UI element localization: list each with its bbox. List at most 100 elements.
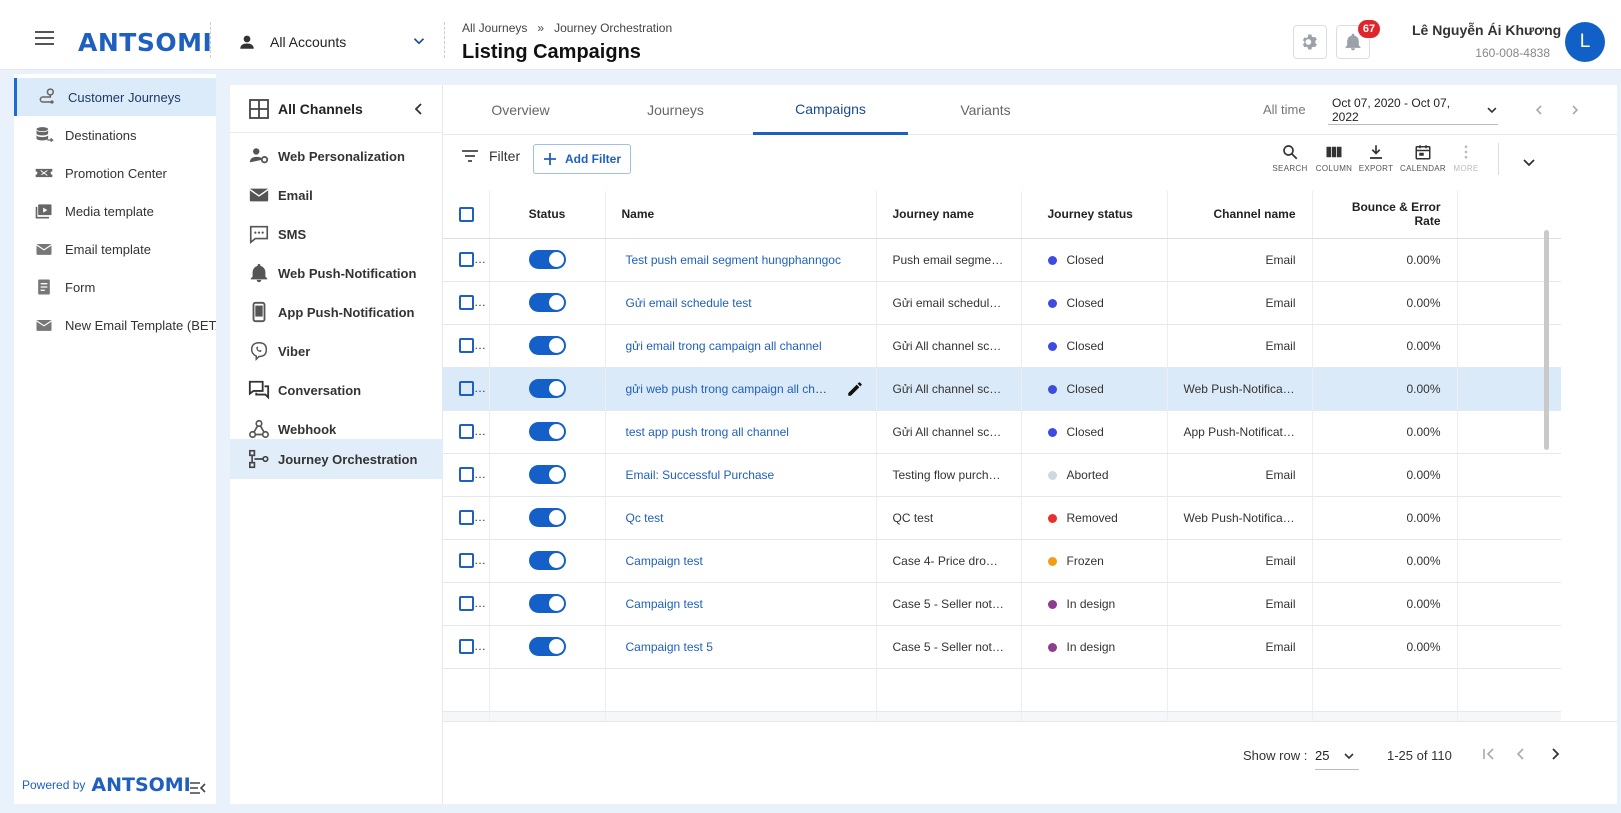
column-header-status[interactable]: Status [489,191,606,239]
table-row[interactable]: Campaign test Case 4- Price drop c... Froz… [443,539,1561,583]
add-filter-button[interactable]: Add Filter [533,144,631,174]
vertical-scrollbar[interactable] [1544,230,1549,450]
all-channels-header[interactable]: All Channels [230,85,443,133]
settings-button[interactable] [1293,25,1327,59]
sidebar-item-media-template[interactable]: Media template [14,192,216,230]
breadcrumb-journey-orchestration[interactable]: Journey Orchestration [554,21,672,35]
row-channel-cell: Email [1167,625,1313,669]
sidebar-item-promotion-center[interactable]: Promotion Center [14,154,216,192]
channel-item-sms[interactable]: SMS [230,214,443,254]
chevron-left-icon[interactable] [412,102,426,116]
row-extra-cell [1457,539,1561,583]
campaign-name-link[interactable]: test app push trong all channel [626,425,789,439]
account-selector[interactable]: All Accounts [238,28,428,56]
status-toggle[interactable] [528,637,566,656]
campaign-name-link[interactable]: Campaign test [626,597,703,611]
channel-item-viber[interactable]: Viber [230,331,443,371]
chevron-down-icon[interactable] [1521,154,1537,170]
row-checkbox[interactable] [459,639,474,655]
search-tool-button[interactable]: SEARCH [1265,143,1315,183]
row-checkbox[interactable] [459,295,474,311]
campaign-name-link[interactable]: gửi email trong campaign all channel [626,339,822,353]
hamburger-menu-icon[interactable] [35,31,55,47]
tab-campaigns[interactable]: Campaigns [753,85,908,135]
table-row[interactable]: Test push email segment hungphanngoc Push… [443,238,1561,282]
row-journey-name-cell: Case 5 - Seller notifi... [876,582,1022,626]
export-tool-button[interactable]: EXPORT [1351,143,1401,183]
table-row[interactable]: gửi email trong campaign all channel Gửi … [443,324,1561,368]
row-checkbox[interactable] [459,510,474,526]
campaign-name-link[interactable]: Qc test [626,511,664,525]
row-journey-name-cell: Case 4- Price drop c... [876,539,1022,583]
sidebar-item-email-template[interactable]: Email template [14,230,216,268]
date-next-button[interactable] [1564,99,1586,121]
form-icon [38,279,50,295]
status-toggle[interactable] [528,551,566,570]
status-toggle[interactable] [528,379,566,398]
sidebar-item-label: Promotion Center [65,165,167,181]
row-checkbox[interactable] [459,467,474,483]
tab-journeys[interactable]: Journeys [598,85,753,135]
table-row[interactable]: test app push trong all channel Gửi All c… [443,410,1561,454]
date-prev-button[interactable] [1528,99,1550,121]
select-all-checkbox[interactable] [459,206,474,222]
table-row[interactable]: Gửi email schedule test Gửi email schedul… [443,281,1561,325]
channel-item-web-personalization[interactable]: Web Personalization [230,136,443,176]
filter-button[interactable]: Filter [461,148,520,164]
sidebar-item-form[interactable]: Form [14,268,216,306]
table-row[interactable]: Campaign test 5 Case 5 - Seller notifi...… [443,625,1561,669]
sidebar-item-new-email-template[interactable]: New Email Template (BETA) [14,306,216,344]
status-toggle[interactable] [528,336,566,355]
table-row[interactable]: gửi web push trong campaign all chann...… [443,367,1561,411]
campaign-name-link[interactable]: gửi web push trong campaign all chann... [626,382,846,396]
date-range-selector[interactable]: Oct 07, 2020 - Oct 07, 2022 [1328,95,1498,125]
edit-pencil-icon[interactable] [846,380,864,398]
breadcrumb-all-journeys[interactable]: All Journeys [462,21,527,35]
channel-item-web-push[interactable]: Web Push-Notification [230,253,443,293]
table-row[interactable]: Qc test QC test Removed Web Push-Notificati… [443,496,1561,540]
table-row[interactable]: Email: Successful Purchase Testing flow p… [443,453,1561,497]
select-all-cell [443,191,490,239]
status-toggle[interactable] [528,422,566,441]
column-header-journey-name[interactable]: Journey name [876,191,1022,239]
column-header-bounce-rate[interactable]: Bounce & Error Rate [1312,191,1458,239]
row-checkbox[interactable] [459,381,474,397]
row-checkbox[interactable] [459,338,474,354]
column-header-name[interactable]: Name [605,191,877,239]
row-checkbox[interactable] [459,424,474,440]
table-row[interactable]: Campaign test Case 5 - Seller notifi... In… [443,582,1561,626]
tab-overview[interactable]: Overview [443,85,598,135]
channel-item-conversation[interactable]: Conversation [230,370,443,410]
first-page-button[interactable] [1477,742,1501,766]
row-checkbox[interactable] [459,252,474,268]
channel-item-journey-orchestration[interactable]: Journey Orchestration [230,439,443,479]
campaign-name-link[interactable]: Gửi email schedule test [626,296,752,310]
campaign-name-link[interactable]: Campaign test 5 [626,640,713,654]
status-toggle[interactable] [528,293,566,312]
more-tool-button[interactable]: MORE [1441,143,1491,183]
sidebar-item-destinations[interactable]: Destinations [14,116,216,154]
status-toggle[interactable] [528,594,566,613]
campaign-name-link[interactable]: Test push email segment hungphanngoc [626,253,841,267]
rows-per-page-select[interactable]: 25 [1315,742,1359,770]
channel-item-email[interactable]: Email [230,175,443,215]
avatar[interactable]: L [1565,22,1605,62]
status-toggle[interactable] [528,508,566,527]
previous-page-button[interactable] [1509,742,1533,766]
row-checkbox[interactable] [459,596,474,612]
channel-item-app-push[interactable]: App Push-Notification [230,292,443,332]
next-page-button[interactable] [1543,742,1567,766]
campaign-name-link[interactable]: Campaign test [626,554,703,568]
column-header-channel-name[interactable]: Channel name [1167,191,1313,239]
row-status-cell [489,539,606,583]
collapse-sidebar-icon[interactable] [189,780,207,796]
column-header-journey-status[interactable]: Journey status [1021,191,1168,239]
sidebar-item-customer-journeys[interactable]: Customer Journeys [14,78,216,116]
row-checkbox[interactable] [459,553,474,569]
user-id: 160-008-4838 [1475,46,1550,60]
campaign-name-link[interactable]: Email: Successful Purchase [626,468,775,482]
status-toggle[interactable] [528,465,566,484]
row-status-cell [489,281,606,325]
status-toggle[interactable] [528,250,566,269]
tab-variants[interactable]: Variants [908,85,1063,135]
